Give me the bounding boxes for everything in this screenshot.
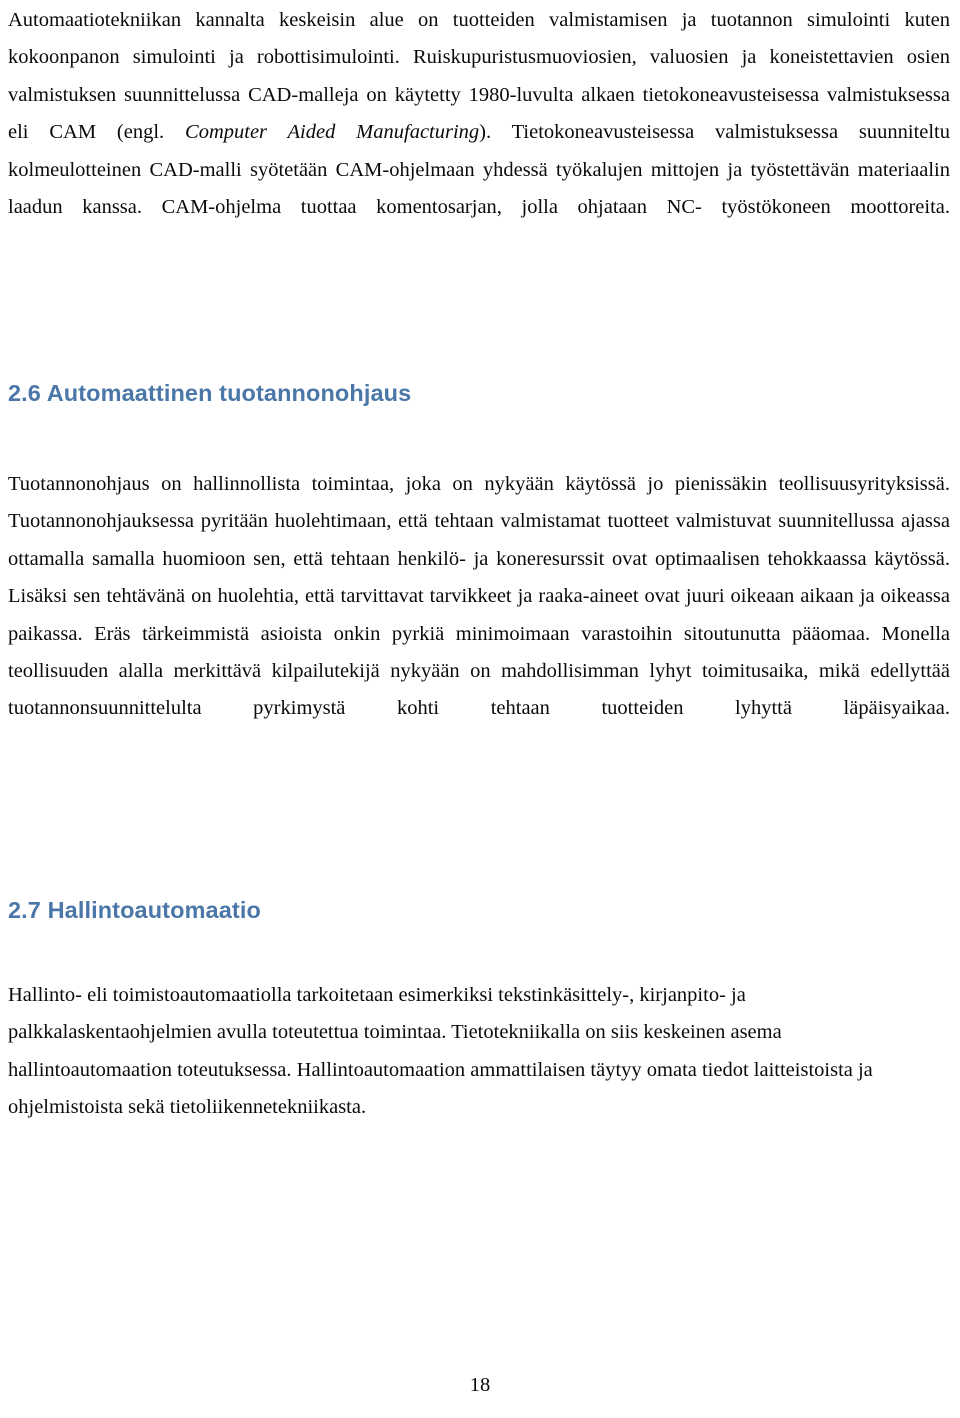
section-heading-2-7: 2.7 Hallintoautomaatio: [8, 897, 261, 923]
section-2-7-paragraph: Hallinto- eli toimistoautomaatiolla tark…: [8, 984, 873, 1119]
document-page: Automaatiotekniikan kannalta keskeisin a…: [0, 0, 960, 1418]
section-heading-2-6: 2.6 Automaattinen tuotannonohjaus: [8, 380, 412, 406]
page-number: 18: [469, 1374, 491, 1396]
intro-paragraph: Automaatiotekniikan kannalta keskeisin a…: [8, 2, 950, 264]
intro-italic-term: Computer Aided Manufacturing: [185, 121, 480, 144]
section-2-6-paragraph: Tuotannonohjaus on hallinnollista toimin…: [8, 473, 950, 720]
